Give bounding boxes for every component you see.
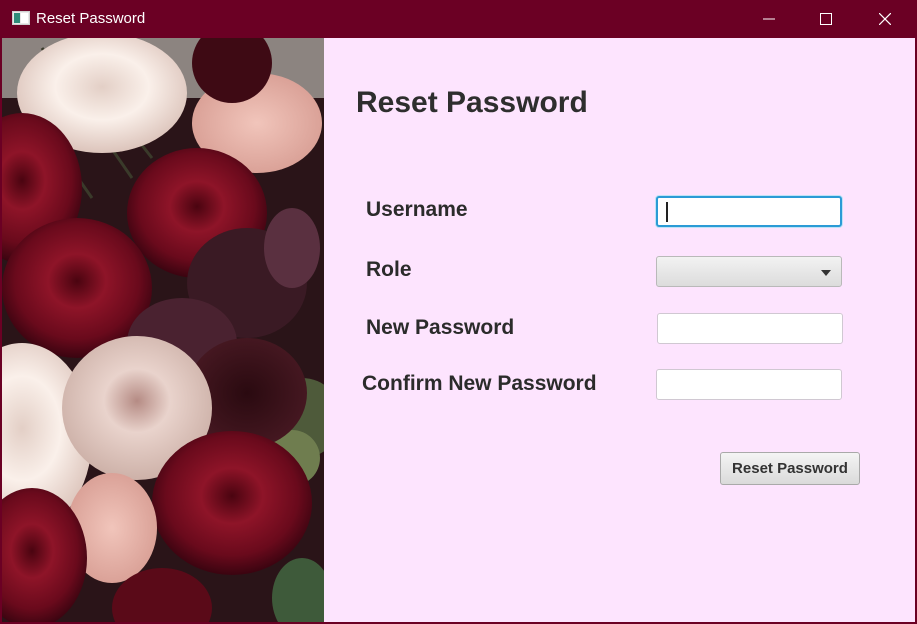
minimize-button[interactable] [740,0,798,38]
new-password-field[interactable] [657,313,843,344]
text-caret [666,202,668,222]
role-dropdown[interactable] [656,256,842,287]
confirm-password-label: Confirm New Password [362,372,597,395]
app-window-icon [12,11,30,25]
title-bar[interactable]: Reset Password [0,0,917,38]
maximize-button[interactable] [797,0,855,38]
minimize-icon [763,18,775,20]
close-icon [879,13,891,25]
role-label: Role [366,258,412,281]
username-field[interactable] [656,196,842,227]
confirm-password-field[interactable] [656,369,842,400]
maximize-icon [820,13,832,25]
page-title: Reset Password [356,86,588,119]
chevron-down-icon [821,270,831,276]
username-label: Username [366,198,468,221]
form-panel: Reset Password Username Role New Passwor… [2,38,915,622]
new-password-label: New Password [366,316,515,339]
reset-password-button[interactable]: Reset Password [720,452,860,485]
roses-bouquet-image [2,38,324,622]
reset-password-window: Reset Password Reset Password Username R… [0,0,917,624]
window-title: Reset Password [36,10,146,27]
close-button[interactable] [856,0,914,38]
